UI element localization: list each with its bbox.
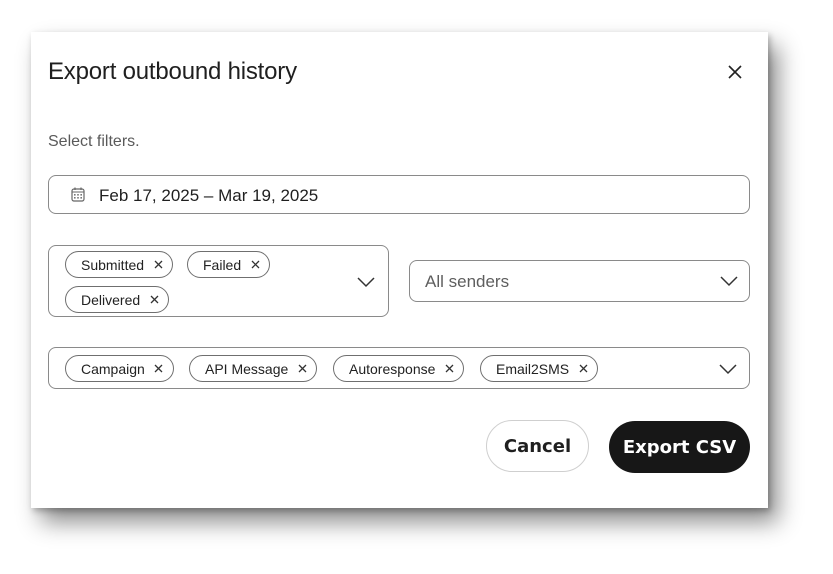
x-icon [150, 295, 159, 304]
chip-label: Submitted [81, 256, 145, 273]
remove-chip-button[interactable] [249, 259, 261, 271]
cancel-button[interactable]: Cancel [486, 420, 589, 472]
x-icon [154, 260, 163, 269]
x-icon [579, 364, 588, 373]
export-csv-button[interactable]: Export CSV [609, 421, 750, 473]
x-icon [298, 364, 307, 373]
close-icon [728, 65, 742, 79]
x-icon [445, 364, 454, 373]
chip-label: Delivered [81, 291, 141, 308]
chip-label: Autoresponse [349, 360, 436, 377]
remove-chip-button[interactable] [152, 259, 164, 271]
remove-chip-button[interactable] [577, 363, 589, 375]
status-chip-delivered: Delivered [65, 286, 170, 313]
x-icon [154, 364, 163, 373]
remove-chip-button[interactable] [148, 294, 160, 306]
remove-chip-button[interactable] [443, 363, 455, 375]
status-chip-submitted: Submitted [65, 251, 174, 278]
close-button[interactable] [723, 60, 747, 84]
date-range-field[interactable]: Feb 17, 2025 – Mar 19, 2025 [48, 175, 750, 214]
chip-label: API Message [205, 360, 289, 377]
type-chip-autoresponse: Autoresponse [333, 355, 465, 382]
chip-label: Failed [203, 256, 242, 273]
message-type-filter-select[interactable]: Campaign API Message Autoresponse Email2… [48, 347, 750, 389]
chevron-down-icon[interactable] [719, 363, 737, 375]
sender-filter-select[interactable]: All senders [409, 260, 750, 302]
date-range-value: Feb 17, 2025 – Mar 19, 2025 [99, 186, 319, 205]
chip-label: Email2SMS [496, 360, 570, 377]
status-chip-failed: Failed [187, 251, 271, 278]
export-dialog: Export outbound history Select filters. … [31, 32, 768, 508]
remove-chip-button[interactable] [296, 363, 308, 375]
chevron-down-icon[interactable] [720, 275, 738, 287]
dialog-subtitle: Select filters. [48, 133, 140, 150]
chevron-down-icon[interactable] [357, 276, 375, 288]
type-chip-campaign: Campaign [65, 355, 174, 382]
status-filter-select[interactable]: Submitted Failed Delivered [48, 245, 389, 317]
x-icon [251, 260, 260, 269]
chip-label: Campaign [81, 360, 145, 377]
dialog-title: Export outbound history [48, 58, 297, 85]
remove-chip-button[interactable] [153, 363, 165, 375]
sender-select-value: All senders [425, 272, 510, 291]
calendar-icon [71, 187, 85, 202]
type-chip-api-message: API Message [189, 355, 318, 382]
type-chip-email2sms: Email2SMS [480, 355, 599, 382]
